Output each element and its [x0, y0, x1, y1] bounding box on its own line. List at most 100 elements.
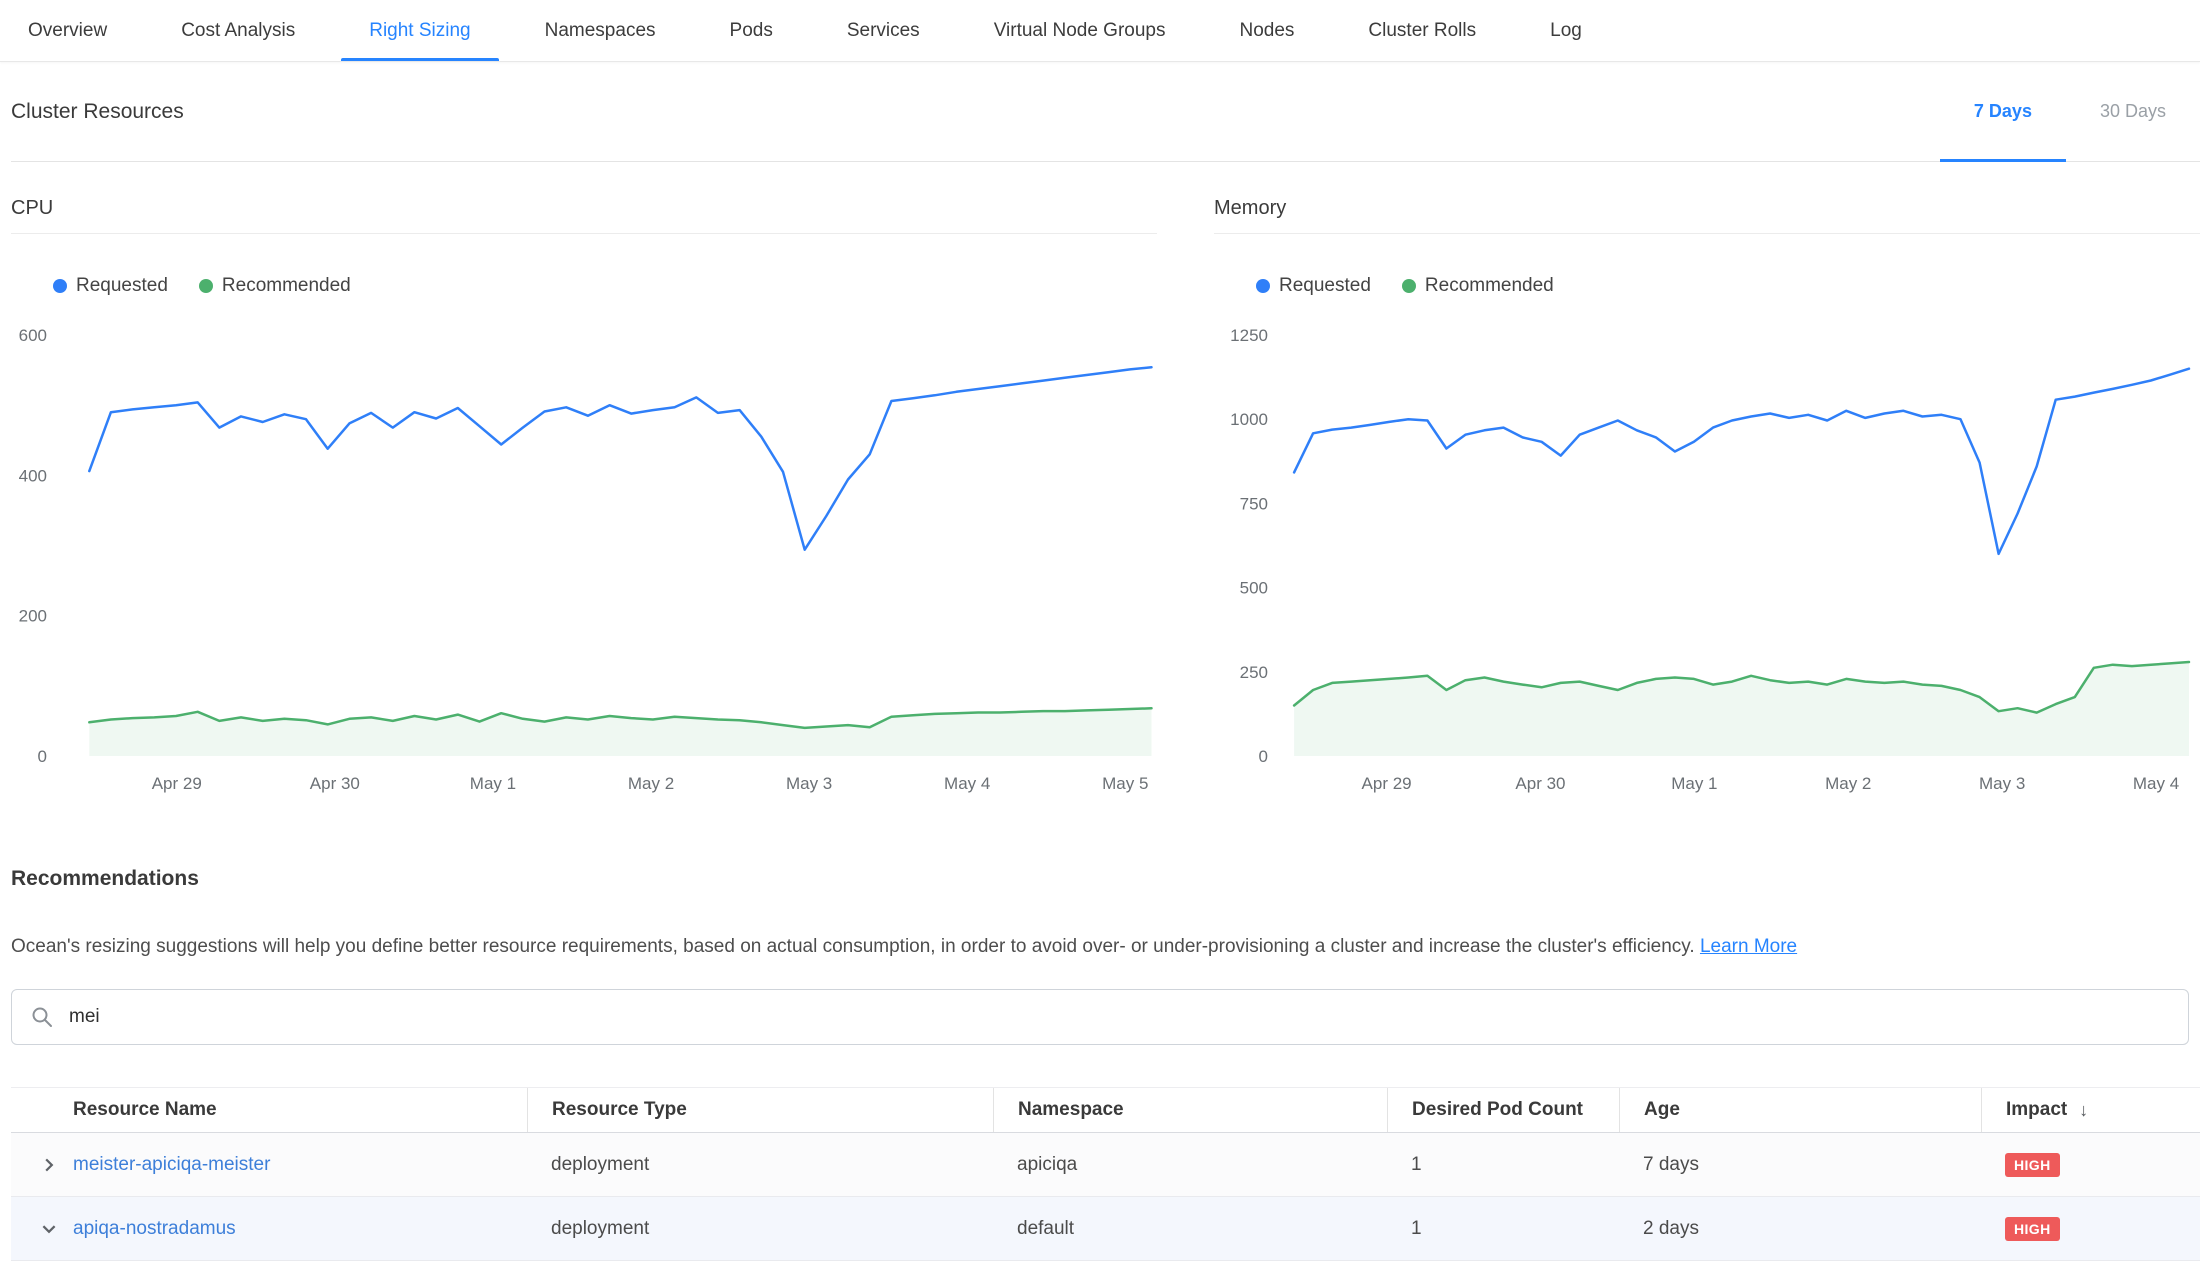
chart-memory: Memory Requested Recommended 1250 1000 750 500… [1214, 197, 2200, 817]
sort-descending-icon[interactable]: ↓ [2079, 1100, 2088, 1121]
legend-label: Recommended [1425, 275, 1554, 297]
charts-row: CPU Requested Recommended 600 400 200 0 Apr 29 A… [11, 197, 2200, 817]
search-icon [30, 1005, 54, 1029]
x-axis-tick: May 5 [1102, 774, 1148, 793]
legend-dot-icon [1256, 279, 1270, 293]
y-axis-tick: 0 [1259, 747, 1268, 766]
x-axis-tick: Apr 29 [152, 774, 202, 793]
chevron-down-icon[interactable] [40, 1220, 58, 1238]
table-row-apiqa-nostradamus[interactable]: apiqa-nostradamus deploymentdefault12 day… [11, 1197, 2200, 1261]
impact-cell: HIGH [1981, 1153, 2200, 1177]
recommendations-description-text: Ocean's resizing suggestions will help y… [11, 936, 1695, 957]
table-row-meister-apiciqa-meister[interactable]: meister-apiciqa-meister deploymentapiciqa… [11, 1133, 2200, 1197]
column-header-age[interactable]: Age [1619, 1088, 1981, 1132]
age-cell: 2 days [1619, 1218, 1981, 1240]
tab-overview[interactable]: Overview [0, 0, 135, 61]
x-axis-tick: Apr 29 [1362, 774, 1412, 793]
range-7-days[interactable]: 7 Days [1940, 62, 2066, 161]
legend-item-recommended[interactable]: Recommended [1402, 275, 1554, 297]
tab-virtual-node-groups[interactable]: Virtual Node Groups [966, 0, 1194, 61]
tab-cluster-rolls[interactable]: Cluster Rolls [1340, 0, 1504, 61]
chart-header: Memory [1214, 197, 2200, 234]
y-axis-tick: 1000 [1230, 410, 1268, 429]
x-axis-tick: May 1 [1671, 774, 1717, 793]
tab-services[interactable]: Services [819, 0, 948, 61]
cluster-resources-header: Cluster Resources 7 Days30 Days [11, 62, 2200, 162]
x-axis-tick: Apr 30 [1515, 774, 1565, 793]
y-axis-tick: 0 [38, 747, 47, 766]
chart-title-cpu: CPU [11, 197, 1157, 220]
y-axis-tick: 600 [19, 326, 47, 345]
resource-type-cell: deployment [527, 1218, 993, 1240]
x-axis-tick: May 1 [470, 774, 516, 793]
column-header-impact[interactable]: Impact ↓ [1981, 1088, 2200, 1132]
x-axis-tick: May 2 [1825, 774, 1871, 793]
search-box[interactable] [11, 989, 2189, 1045]
tab-namespaces[interactable]: Namespaces [517, 0, 684, 61]
resource-name-cell: meister-apiciqa-meister [73, 1154, 527, 1176]
y-axis-tick: 250 [1240, 663, 1268, 682]
chart-canvas-cpu: 600 400 200 0 Apr 29 Apr 30 May 1 May 2 May 3 May… [11, 312, 1157, 812]
x-axis-tick: May 2 [628, 774, 674, 793]
column-header-namespace[interactable]: Namespace [993, 1088, 1387, 1132]
tab-nodes[interactable]: Nodes [1212, 0, 1323, 61]
recommendations-description: Ocean's resizing suggestions will help y… [11, 935, 2189, 959]
column-header-resource-name[interactable]: Resource Name [73, 1088, 527, 1132]
tab-pods[interactable]: Pods [702, 0, 801, 61]
impact-badge: HIGH [2005, 1217, 2060, 1241]
y-axis-tick: 200 [19, 607, 47, 626]
resource-name-link[interactable]: apiqa-nostradamus [73, 1218, 236, 1239]
row-expander[interactable] [11, 1156, 73, 1174]
column-header-desired-pod-count[interactable]: Desired Pod Count [1387, 1088, 1619, 1132]
legend-label: Requested [76, 275, 168, 297]
namespace-cell: apiciqa [993, 1154, 1387, 1176]
range-30-days[interactable]: 30 Days [2066, 62, 2200, 161]
search-input[interactable] [67, 1005, 2170, 1029]
row-expander[interactable] [11, 1220, 73, 1238]
pod-count-cell: 1 [1387, 1154, 1619, 1176]
legend-dot-icon [53, 279, 67, 293]
legend-label: Recommended [222, 275, 351, 297]
series-line-requested [1294, 369, 2189, 554]
x-axis-tick: May 3 [1979, 774, 2025, 793]
resource-name-cell: apiqa-nostradamus [73, 1218, 527, 1240]
legend-item-requested[interactable]: Requested [53, 275, 168, 297]
chevron-right-icon[interactable] [40, 1156, 58, 1174]
series-line-requested [89, 367, 1151, 549]
chart-canvas-memory: 1250 1000 750 500 250 0 Apr 29 Apr 30 May 1 May 2… [1214, 312, 2200, 812]
y-axis-tick: 750 [1240, 494, 1268, 513]
legend-item-requested[interactable]: Requested [1256, 275, 1371, 297]
legend-dot-icon [1402, 279, 1416, 293]
tab-bar: Overview Cost Analysis Right Sizing Namespa… [0, 0, 2200, 62]
x-axis-tick: Apr 30 [310, 774, 360, 793]
chart-title-memory: Memory [1214, 197, 2200, 220]
y-axis-tick: 500 [1240, 579, 1268, 598]
chart-header: CPU [11, 197, 1157, 234]
age-cell: 7 days [1619, 1154, 1981, 1176]
legend-label: Requested [1279, 275, 1371, 297]
resource-type-cell: deployment [527, 1154, 993, 1176]
learn-more-link[interactable]: Learn More [1700, 936, 1797, 957]
impact-cell: HIGH [1981, 1217, 2200, 1241]
resource-name-link[interactable]: meister-apiciqa-meister [73, 1154, 270, 1175]
table-header-row: Resource NameResource TypeNamespaceDesir… [11, 1087, 2200, 1133]
x-axis-tick: May 4 [2133, 774, 2179, 793]
column-header-resource-type[interactable]: Resource Type [527, 1088, 993, 1132]
x-axis-tick: May 3 [786, 774, 832, 793]
recommendations-table: Resource NameResource TypeNamespaceDesir… [11, 1087, 2200, 1261]
chart-cpu: CPU Requested Recommended 600 400 200 0 Apr 29 A… [11, 197, 1157, 817]
chart-plot: 600 400 200 0 Apr 29 Apr 30 May 1 May 2 May 3 May… [11, 312, 1157, 817]
tab-cost-analysis[interactable]: Cost Analysis [153, 0, 323, 61]
section-title-cluster-resources: Cluster Resources [11, 100, 184, 124]
tab-right-sizing[interactable]: Right Sizing [341, 0, 498, 61]
chart-plot: 1250 1000 750 500 250 0 Apr 29 Apr 30 May 1 May 2… [1214, 312, 2200, 817]
x-axis-tick: May 4 [944, 774, 990, 793]
namespace-cell: default [993, 1218, 1387, 1240]
pod-count-cell: 1 [1387, 1218, 1619, 1240]
legend-item-recommended[interactable]: Recommended [199, 275, 351, 297]
impact-badge: HIGH [2005, 1153, 2060, 1177]
header-expander-spacer [11, 1088, 73, 1132]
tab-log[interactable]: Log [1522, 0, 1610, 61]
y-axis-tick: 1250 [1230, 326, 1268, 345]
y-axis-tick: 400 [19, 466, 47, 485]
